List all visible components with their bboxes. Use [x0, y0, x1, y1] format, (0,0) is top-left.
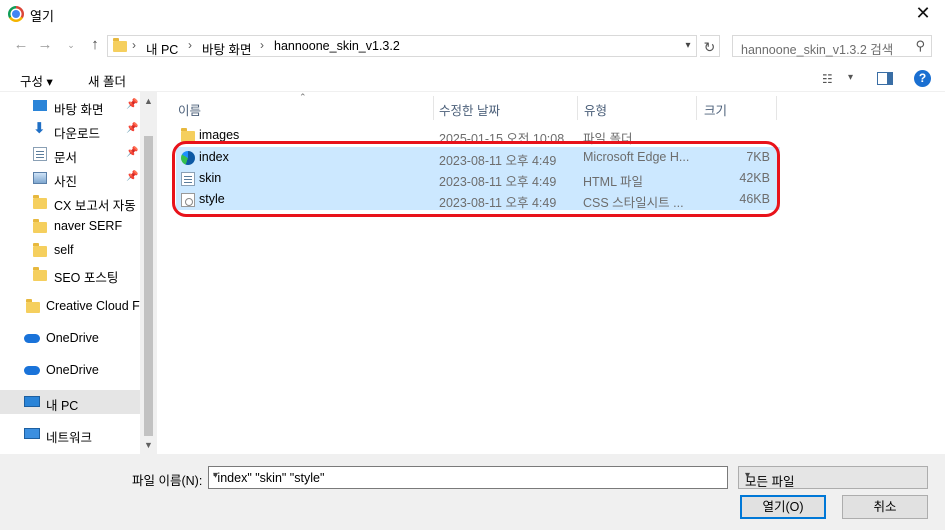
sidebar-item-label: naver SERF: [54, 219, 123, 233]
sidebar-item-label: 네트워크: [46, 431, 93, 445]
filename-label: 파일 이름(N):: [132, 474, 203, 488]
column-header-size[interactable]: 크기: [704, 100, 727, 119]
folder-icon: [33, 243, 47, 257]
column-divider[interactable]: [433, 96, 434, 120]
pin-icon: 📌: [126, 123, 139, 134]
sidebar-item-documents[interactable]: 문서 📌: [0, 142, 140, 166]
column-divider[interactable]: [776, 96, 777, 120]
address-bar[interactable]: › 내 PC › 바탕 화면 › hannoone_skin_v1.3.2: [107, 35, 697, 57]
scrollbar-thumb[interactable]: [144, 136, 153, 436]
preview-pane-icon[interactable]: [877, 72, 893, 85]
onedrive-icon: [24, 366, 40, 375]
sidebar-item-this-pc[interactable]: 내 PC: [0, 390, 140, 414]
chevron-down-icon: ▾: [745, 470, 751, 481]
breadcrumb-separator: ›: [132, 38, 136, 52]
chrome-icon: [8, 6, 24, 22]
network-icon: [24, 428, 40, 439]
sidebar-item-label: 바탕 화면: [54, 103, 104, 117]
chevron-down-icon[interactable]: ▾: [213, 470, 723, 481]
column-divider[interactable]: [696, 96, 697, 120]
window-title: 열기: [30, 9, 54, 24]
sidebar-item-network[interactable]: 네트워크: [0, 422, 140, 446]
pin-icon: 📌: [126, 99, 139, 110]
sidebar-item-onedrive-1[interactable]: OneDrive: [0, 326, 140, 350]
sidebar-item-creative-cloud[interactable]: Creative Cloud Fil: [0, 294, 145, 318]
close-button[interactable]: ✕: [913, 2, 933, 24]
folder-icon: [33, 267, 47, 281]
document-icon: [33, 147, 47, 161]
selection-highlight-ring: [172, 141, 780, 217]
sidebar-item-label: SEO 포스팅: [54, 271, 119, 285]
sidebar-item-label: OneDrive: [46, 331, 99, 345]
sidebar-item-label: 다운로드: [54, 127, 101, 141]
sidebar-item-label: OneDrive: [46, 363, 99, 377]
sidebar-item-onedrive-2[interactable]: OneDrive: [0, 358, 140, 382]
filetype-select[interactable]: 모든 파일 ▾: [738, 466, 928, 489]
sort-up-icon: ⌃: [299, 92, 307, 102]
pin-icon: 📌: [126, 147, 139, 158]
file-name: images: [199, 128, 240, 142]
refresh-icon[interactable]: ↻: [700, 35, 720, 57]
cancel-button[interactable]: 취소: [842, 495, 928, 519]
picture-icon: [33, 172, 47, 184]
scroll-up-icon[interactable]: ▲: [140, 96, 157, 110]
column-header-type[interactable]: 유형: [584, 100, 607, 119]
breadcrumb-separator: ›: [188, 38, 192, 52]
folder-icon: [33, 219, 47, 233]
sidebar-item-self[interactable]: self: [0, 238, 140, 262]
pin-icon: 📌: [126, 171, 139, 182]
forward-arrow-icon[interactable]: →: [36, 36, 54, 54]
open-button[interactable]: 열기(O): [740, 495, 826, 519]
search-icon: ⚲: [915, 38, 925, 53]
view-dropdown-icon[interactable]: ▾: [848, 72, 853, 83]
onedrive-icon: [24, 334, 40, 343]
desktop-icon: [33, 100, 47, 111]
help-icon[interactable]: ?: [914, 70, 931, 87]
column-header-modified[interactable]: 수정한 날짜: [439, 100, 500, 119]
command-toolbar: 구성 ▾ 새 폴더: [0, 64, 945, 92]
search-input[interactable]: hannoone_skin_v1.3.2 검색 ⚲: [732, 35, 932, 57]
sidebar-item-label: self: [54, 243, 74, 257]
download-icon: ⬇: [33, 120, 46, 137]
title-bar: 열기 ✕: [0, 0, 945, 28]
folder-icon: [113, 38, 127, 52]
sidebar-item-pictures[interactable]: 사진 📌: [0, 166, 140, 190]
sidebar-item-label: Creative Cloud Fil: [46, 299, 146, 313]
new-folder-button[interactable]: 새 폴더: [88, 71, 126, 90]
sidebar-item-desktop[interactable]: 바탕 화면 📌: [0, 94, 140, 118]
column-divider[interactable]: [577, 96, 578, 120]
column-header-name[interactable]: 이름: [178, 100, 201, 119]
breadcrumb-pc[interactable]: 내 PC: [146, 39, 178, 58]
scroll-down-icon[interactable]: ▼: [140, 440, 157, 454]
creative-cloud-icon: [26, 299, 40, 313]
organize-button[interactable]: 구성 ▾: [20, 71, 53, 90]
recent-locations-icon[interactable]: ⌄: [62, 36, 80, 54]
sidebar-item-label: CX 보고서 자동: [54, 199, 136, 213]
search-placeholder: hannoone_skin_v1.3.2 검색: [741, 43, 894, 57]
breadcrumb-desktop[interactable]: 바탕 화면: [202, 39, 251, 58]
sidebar-item-label: 내 PC: [46, 399, 79, 413]
breadcrumb-current-folder[interactable]: hannoone_skin_v1.3.2: [274, 39, 400, 53]
address-dropdown-icon[interactable]: ▾: [680, 36, 696, 56]
sidebar-item-label: 사진: [54, 175, 78, 189]
view-options-icon[interactable]: ☷: [822, 72, 833, 86]
filename-input[interactable]: "index" "skin" "style" ▾: [208, 466, 728, 489]
sidebar-item-label: 문서: [54, 151, 78, 165]
sidebar-item-naver-serf[interactable]: naver SERF: [0, 214, 140, 238]
sidebar-scrollbar[interactable]: ▲ ▼: [140, 92, 157, 454]
navigation-pane: 바탕 화면 📌 ⬇ 다운로드 📌 문서 📌 사진 📌 CX 보고서 자동 nav…: [0, 92, 158, 454]
folder-icon: [33, 195, 47, 209]
up-arrow-icon[interactable]: ↑: [86, 36, 104, 54]
back-arrow-icon[interactable]: ←: [12, 36, 30, 54]
sidebar-item-seo-posting[interactable]: SEO 포스팅: [0, 262, 140, 286]
sidebar-item-cx-report[interactable]: CX 보고서 자동: [0, 190, 140, 214]
sidebar-item-downloads[interactable]: ⬇ 다운로드 📌: [0, 118, 140, 142]
pc-icon: [24, 396, 40, 407]
breadcrumb-separator: ›: [260, 38, 264, 52]
